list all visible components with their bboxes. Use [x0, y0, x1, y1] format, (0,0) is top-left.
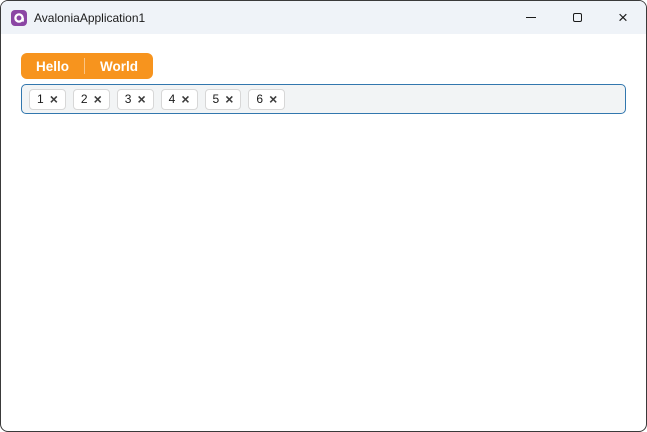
- hello-button[interactable]: Hello: [21, 53, 84, 79]
- chip-1[interactable]: 1 ×: [29, 88, 66, 110]
- caption-buttons: ×: [508, 1, 646, 34]
- chip-label: 5: [212, 92, 220, 106]
- chip-label: 6: [256, 92, 264, 106]
- world-button[interactable]: World: [85, 53, 153, 79]
- chip-3[interactable]: 3 ×: [116, 88, 154, 110]
- window-title: AvaloniaApplication1: [34, 10, 146, 25]
- chip-remove-icon[interactable]: ×: [50, 92, 58, 106]
- minimize-button[interactable]: [508, 1, 554, 34]
- chip-remove-icon[interactable]: ×: [225, 92, 233, 106]
- chip-remove-icon[interactable]: ×: [181, 92, 189, 106]
- chip-label: 2: [80, 92, 88, 106]
- chip-remove-icon[interactable]: ×: [269, 92, 277, 106]
- titlebar[interactable]: AvaloniaApplication1 ×: [1, 1, 646, 34]
- minimize-icon: [526, 17, 536, 18]
- chip-label: 4: [168, 92, 176, 106]
- chip-4[interactable]: 4 ×: [160, 88, 198, 110]
- chip-remove-icon[interactable]: ×: [137, 92, 145, 106]
- chip-6[interactable]: 6 ×: [248, 88, 286, 110]
- tag-input-box[interactable]: 1 × 2 × 3 × 4 × 5 × 6 ×: [21, 84, 626, 114]
- chip-label: 3: [124, 92, 132, 106]
- avalonia-logo-icon: [11, 9, 27, 26]
- chip-5[interactable]: 5 ×: [204, 88, 242, 110]
- maximize-button[interactable]: [554, 1, 600, 34]
- chip-label: 1: [37, 92, 44, 106]
- hello-world-buttons: Hello World: [21, 53, 154, 79]
- chip-remove-icon[interactable]: ×: [94, 92, 102, 106]
- chip-2[interactable]: 2 ×: [72, 88, 110, 110]
- close-button[interactable]: ×: [600, 1, 646, 34]
- close-icon: ×: [618, 8, 628, 27]
- app-window: AvaloniaApplication1 × Hello World 1 × 2…: [0, 0, 647, 432]
- maximize-icon: [572, 13, 582, 22]
